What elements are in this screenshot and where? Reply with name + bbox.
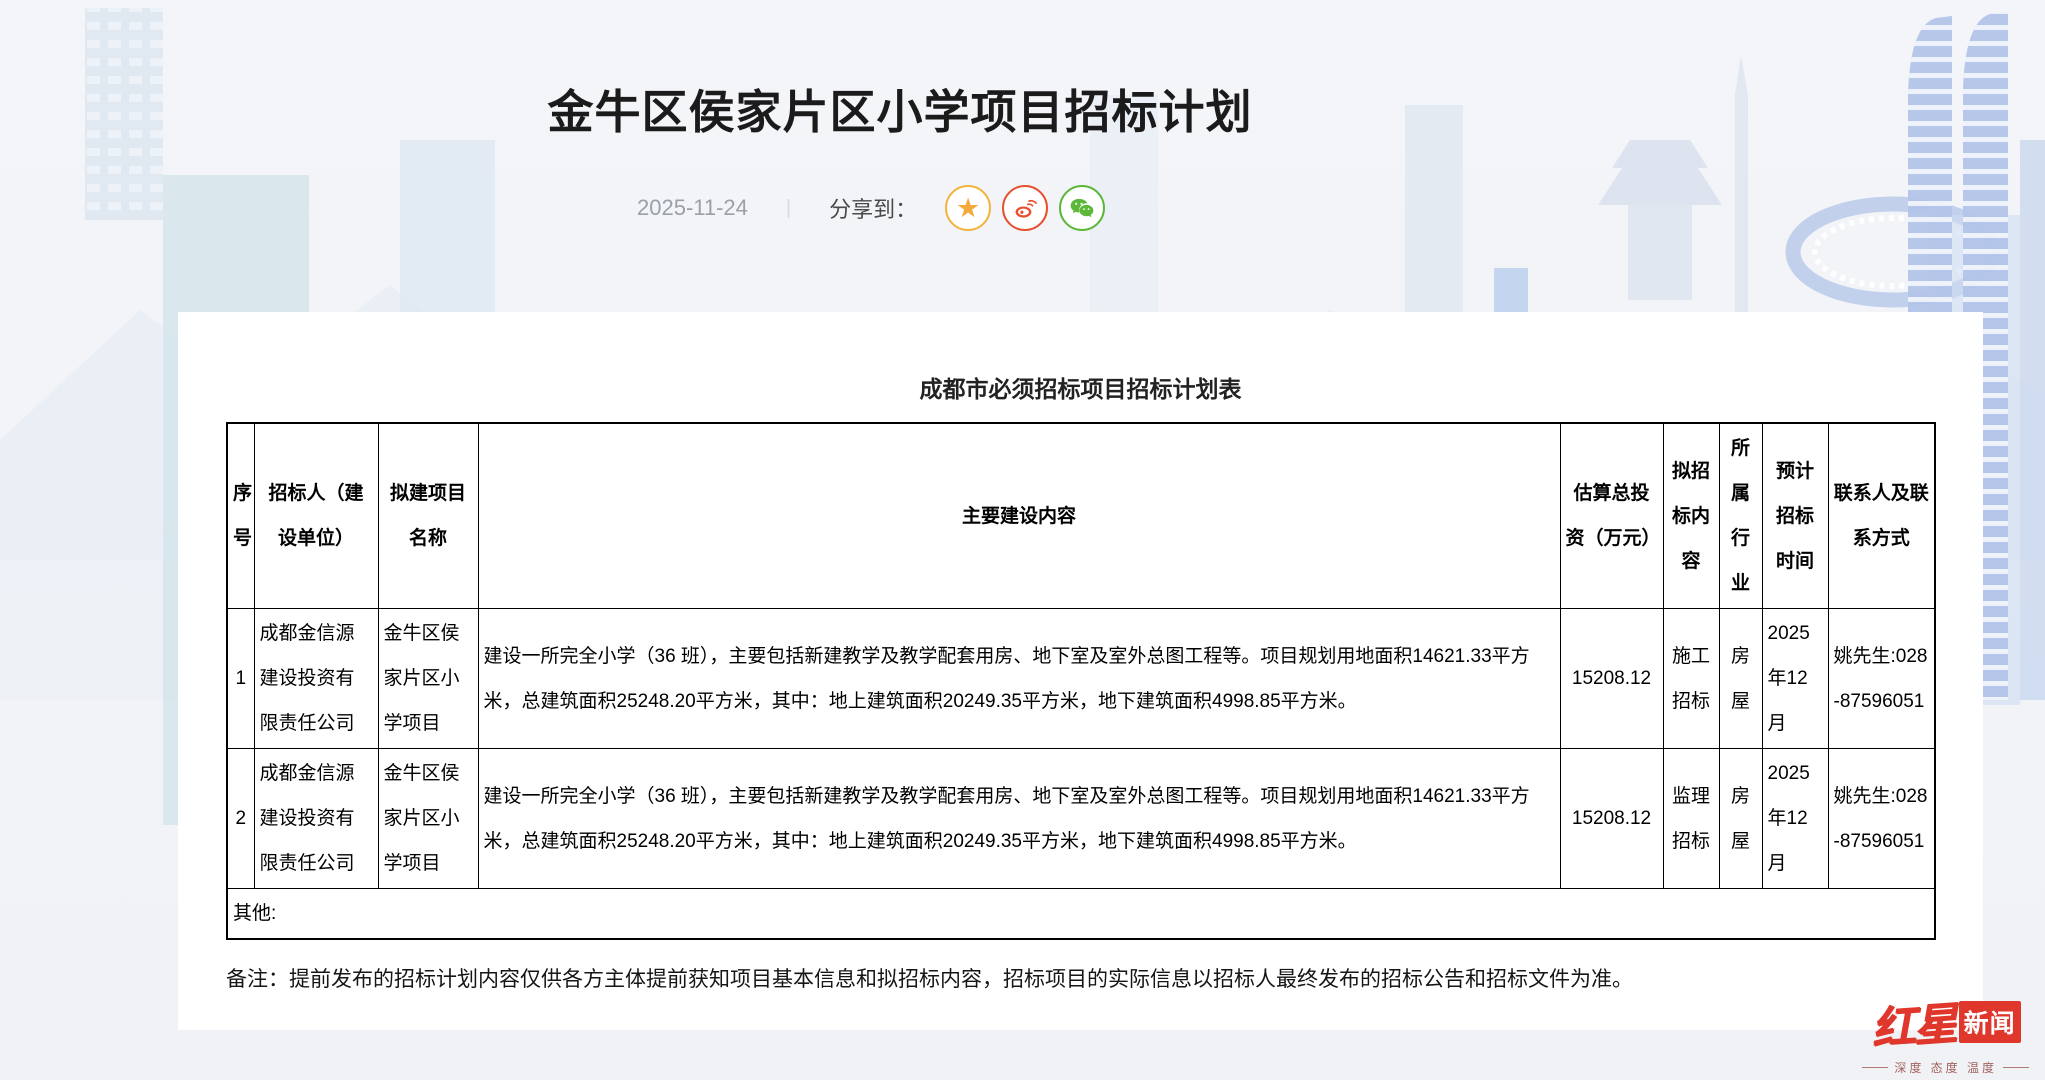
header-seq: 序号 (227, 423, 254, 609)
cell-project-name: 金牛区侯家片区小学项目 (378, 609, 478, 749)
article-card: 成都市必须招标项目招标计划表 序号 招标人（建设单位） 拟建项目名称 主要建设内… (178, 312, 1983, 1030)
header-contact: 联系人及联系方式 (1828, 423, 1935, 609)
cell-bid-time: 2025年12月 (1762, 609, 1828, 749)
cell-industry: 房屋 (1719, 749, 1762, 889)
header-investment: 估算总投资（万元） (1560, 423, 1663, 609)
cell-bid-content: 施工招标 (1663, 609, 1719, 749)
share-label: 分享到： (829, 192, 917, 224)
header-bidder: 招标人（建设单位） (254, 423, 378, 609)
table-title: 成都市必须招标项目招标计划表 (226, 370, 1935, 404)
wechat-icon[interactable] (1059, 185, 1105, 231)
header-project-name: 拟建项目名称 (378, 423, 478, 609)
header-bid-time: 预计招标时间 (1762, 423, 1828, 609)
cell-seq: 2 (227, 749, 254, 889)
header-bid-content: 拟招标内容 (1663, 423, 1719, 609)
weibo-icon[interactable] (1002, 185, 1048, 231)
cell-other: 其他: (227, 889, 1935, 940)
cell-investment: 15208.12 (1560, 609, 1663, 749)
cell-bidder: 成都金信源建设投资有限责任公司 (254, 609, 378, 749)
redstar-news-logo: 红星 新闻 深度 态度 温度 (1862, 990, 2029, 1076)
cell-seq: 1 (227, 609, 254, 749)
cell-bid-content: 监理招标 (1663, 749, 1719, 889)
publish-date: 2025-11-24 (637, 195, 748, 221)
slogan-text: 深度 态度 温度 (1894, 1059, 1997, 1076)
article-meta-row: 2025-11-24 | 分享到： ★ (637, 184, 1105, 232)
cell-content: 建设一所完全小学（36 班），主要包括新建教学及教学配套用房、地下室及室外总图工… (478, 749, 1560, 889)
meta-separator: | (786, 197, 791, 220)
logo-slogan: 深度 态度 温度 (1862, 1059, 2029, 1076)
cell-project-name: 金牛区侯家片区小学项目 (378, 749, 478, 889)
cell-contact: 姚先生:028-87596051 (1828, 749, 1935, 889)
cell-bidder: 成都金信源建设投资有限责任公司 (254, 749, 378, 889)
share-icons-group: ★ (945, 185, 1105, 231)
table-header-row: 序号 招标人（建设单位） 拟建项目名称 主要建设内容 估算总投资（万元） 拟招标… (227, 423, 1935, 609)
cell-industry: 房屋 (1719, 609, 1762, 749)
table-row: 2 成都金信源建设投资有限责任公司 金牛区侯家片区小学项目 建设一所完全小学（3… (227, 749, 1935, 889)
header-content: 主要建设内容 (478, 423, 1560, 609)
logo-script-text: 红星 (1869, 987, 1957, 1057)
header-industry: 所属行业 (1719, 423, 1762, 609)
bid-plan-table: 序号 招标人（建设单位） 拟建项目名称 主要建设内容 估算总投资（万元） 拟招标… (226, 422, 1936, 940)
qzone-icon[interactable]: ★ (945, 185, 991, 231)
cell-investment: 15208.12 (1560, 749, 1663, 889)
cell-bid-time: 2025年12月 (1762, 749, 1828, 889)
table-other-row: 其他: (227, 889, 1935, 940)
page-title: 金牛区侯家片区小学项目招标计划 (548, 76, 1253, 142)
cell-content: 建设一所完全小学（36 班），主要包括新建教学及教学配套用房、地下室及室外总图工… (478, 609, 1560, 749)
remark-note: 备注：提前发布的招标计划内容仅供各方主体提前获知项目基本信息和拟招标内容，招标项… (226, 964, 1935, 996)
slogan-dash-left (1862, 1067, 1888, 1068)
cell-contact: 姚先生:028-87596051 (1828, 609, 1935, 749)
logo-boxed-text: 新闻 (1959, 1001, 2021, 1043)
table-row: 1 成都金信源建设投资有限责任公司 金牛区侯家片区小学项目 建设一所完全小学（3… (227, 609, 1935, 749)
slogan-dash-right (2003, 1067, 2029, 1068)
